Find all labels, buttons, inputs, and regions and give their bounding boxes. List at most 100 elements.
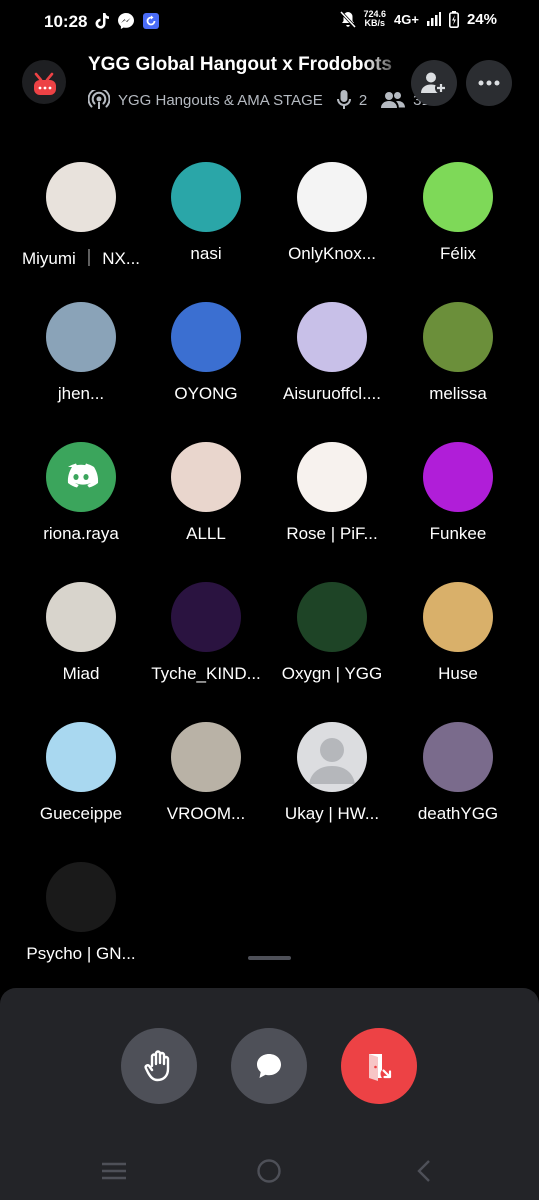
channel-name: YGG Hangouts & AMA STAGE xyxy=(118,91,323,109)
audience-row: jhen... OYONG Aisuruoffcl.... melissa xyxy=(0,296,539,436)
user-name: OYONG xyxy=(174,384,238,403)
user-name: Funkee xyxy=(429,524,487,543)
user-tile[interactable]: Aisuruoffcl.... xyxy=(267,296,397,416)
user-tile[interactable]: Oxygn | YGG xyxy=(267,576,397,696)
user-tile[interactable]: Ukay | HW... xyxy=(267,716,397,836)
user-tile[interactable]: Tyche_KIND... xyxy=(141,576,271,696)
leave-stage-button[interactable] xyxy=(341,1028,417,1104)
tv-app-icon xyxy=(34,72,56,95)
user-name: jhen... xyxy=(57,384,105,403)
user-name: nasi xyxy=(190,244,222,263)
user-name: Ukay | HW... xyxy=(284,804,380,823)
user-name: melissa xyxy=(429,384,487,403)
avatar xyxy=(171,582,241,652)
user-name: VROOM... xyxy=(166,804,246,823)
chat-button[interactable] xyxy=(231,1028,307,1104)
network-speed-unit: KB/s xyxy=(364,18,386,28)
avatar xyxy=(46,862,116,932)
avatar xyxy=(297,162,367,232)
stage-header: YGG Global Hangout x Frodobots YGG Hango… xyxy=(0,50,539,120)
stage-controls-panel xyxy=(0,988,539,1200)
user-tile[interactable]: jhen... xyxy=(16,296,146,416)
avatar xyxy=(171,722,241,792)
user-tile[interactable]: Psycho | GN... xyxy=(16,856,146,976)
user-name: Tyche_KIND... xyxy=(151,664,261,683)
audience-row: riona.raya ALLL Rose | PiF... Funkee xyxy=(0,436,539,576)
listeners-icon xyxy=(381,92,406,108)
avatar xyxy=(297,722,367,792)
back-chevron-icon xyxy=(417,1160,430,1182)
battery-icon xyxy=(448,10,459,28)
android-nav-bar xyxy=(0,1142,539,1200)
app-refresh-icon xyxy=(143,13,159,29)
app-logo[interactable] xyxy=(22,60,66,104)
user-tile[interactable]: Huse xyxy=(393,576,523,696)
mute-bell-icon xyxy=(339,10,356,28)
avatar xyxy=(423,582,493,652)
avatar xyxy=(171,162,241,232)
user-name: OnlyKnox... xyxy=(288,244,376,263)
user-tile[interactable]: OYONG xyxy=(141,296,271,416)
user-tile[interactable]: riona.raya xyxy=(16,436,146,556)
speaker-count: 2 xyxy=(358,91,368,109)
home-circle-icon xyxy=(257,1159,281,1183)
stage-title: YGG Global Hangout x Frodobots xyxy=(88,54,392,75)
user-tile[interactable]: nasi xyxy=(141,156,271,276)
audience-grid: Miyumi ｜ NX... nasi OnlyKnox... Félix jh… xyxy=(0,156,539,996)
network-speed: 724.6 KB/s xyxy=(364,10,387,28)
user-tile[interactable]: ALLL xyxy=(141,436,271,556)
raise-hand-button[interactable] xyxy=(121,1028,197,1104)
user-tile[interactable]: Miyumi ｜ NX... xyxy=(16,156,146,276)
discord-logo-icon xyxy=(67,463,99,488)
audience-row: Miyumi ｜ NX... nasi OnlyKnox... Félix xyxy=(0,156,539,296)
user-name: Rose | PiF... xyxy=(286,524,378,543)
user-name: Miad xyxy=(62,664,100,683)
add-person-icon xyxy=(421,72,447,94)
user-tile[interactable]: Félix xyxy=(393,156,523,276)
avatar xyxy=(297,302,367,372)
invite-button[interactable] xyxy=(411,60,457,106)
avatar xyxy=(423,442,493,512)
default-avatar-icon xyxy=(309,738,355,784)
signal-icon xyxy=(426,12,441,26)
microphone-icon xyxy=(336,90,351,109)
user-name: Oxygn | YGG xyxy=(281,664,383,683)
avatar xyxy=(46,442,116,512)
user-name: Gueceippe xyxy=(39,804,123,823)
nav-recents-button[interactable] xyxy=(99,1156,129,1186)
user-tile[interactable]: melissa xyxy=(393,296,523,416)
user-name: Miyumi ｜ NX... xyxy=(21,249,141,268)
avatar xyxy=(46,162,116,232)
more-options-button[interactable] xyxy=(466,60,512,106)
user-name: Huse xyxy=(438,664,478,683)
status-bar: 10:28 724.6 KB/s 4G+ 24% xyxy=(0,0,539,44)
avatar xyxy=(423,162,493,232)
user-name: Psycho | GN... xyxy=(26,944,136,963)
user-name: riona.raya xyxy=(43,524,119,543)
audience-row: Miad Tyche_KIND... Oxygn | YGG Huse xyxy=(0,576,539,716)
user-tile[interactable]: Funkee xyxy=(393,436,523,556)
avatar xyxy=(46,722,116,792)
user-tile[interactable]: Rose | PiF... xyxy=(267,436,397,556)
audience-row: Psycho | GN... xyxy=(0,856,539,996)
user-tile[interactable]: Miad xyxy=(16,576,146,696)
avatar xyxy=(171,442,241,512)
sheet-drag-handle[interactable] xyxy=(248,956,291,960)
battery-level: 24% xyxy=(466,10,497,28)
user-tile[interactable]: Gueceippe xyxy=(16,716,146,836)
more-dots-icon xyxy=(478,80,500,86)
user-tile[interactable]: OnlyKnox... xyxy=(267,156,397,276)
avatar xyxy=(171,302,241,372)
user-tile[interactable]: VROOM... xyxy=(141,716,271,836)
user-tile[interactable]: deathYGG xyxy=(393,716,523,836)
chat-bubble-icon xyxy=(257,1054,281,1078)
nav-home-button[interactable] xyxy=(254,1156,284,1186)
nav-back-button[interactable] xyxy=(409,1156,439,1186)
stage-info: YGG Hangouts & AMA STAGE 2 311 xyxy=(88,90,438,110)
tiktok-icon xyxy=(95,13,109,29)
status-indicators: 724.6 KB/s 4G+ 24% xyxy=(339,10,497,28)
stage-channel-icon xyxy=(88,90,110,109)
user-name: Félix xyxy=(440,244,476,263)
avatar xyxy=(423,302,493,372)
avatar xyxy=(46,582,116,652)
